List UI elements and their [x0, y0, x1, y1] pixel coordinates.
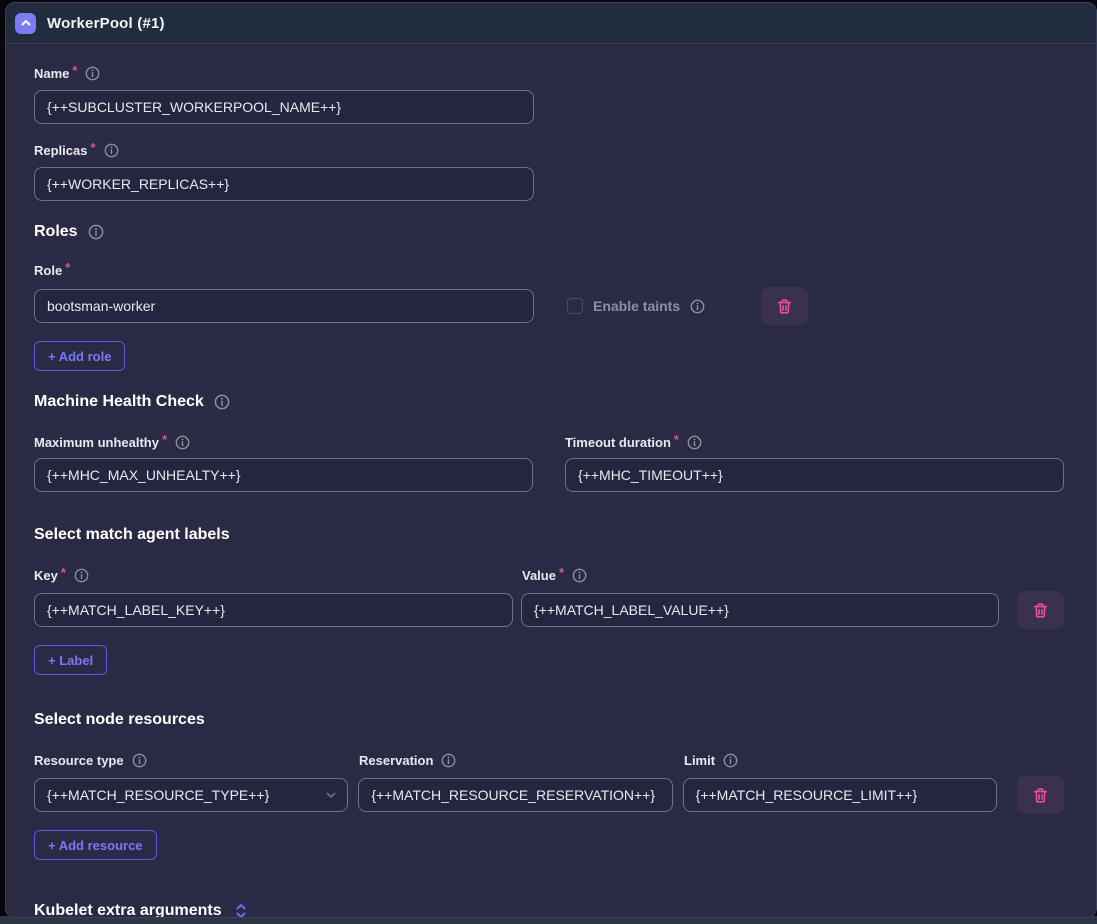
- info-icon[interactable]: [572, 568, 587, 583]
- enable-taints-group: Enable taints: [567, 298, 705, 314]
- name-field-group: Name *: [34, 65, 1064, 124]
- delete-resource-button[interactable]: [1017, 776, 1064, 814]
- info-icon[interactable]: [687, 435, 702, 450]
- workerpool-form: Name * Replicas *: [6, 44, 1096, 918]
- chevron-up-icon: [20, 17, 32, 29]
- roles-heading-text: Roles: [34, 223, 78, 241]
- resource-type-value: {++MATCH_RESOURCE_TYPE++}: [47, 787, 269, 803]
- match-label-key-input[interactable]: [34, 593, 513, 627]
- info-icon[interactable]: [88, 224, 104, 240]
- role-input[interactable]: [34, 289, 534, 323]
- delete-label-button[interactable]: [1017, 591, 1064, 629]
- match-labels-heading-text: Select match agent labels: [34, 526, 230, 544]
- reservation-input[interactable]: [358, 778, 672, 812]
- max-unhealthy-input[interactable]: [34, 458, 533, 492]
- kubelet-section-heading: Kubelet extra arguments: [34, 902, 1064, 918]
- role-label: Role: [34, 263, 62, 278]
- limit-input[interactable]: [683, 778, 997, 812]
- replicas-field-group: Replicas *: [34, 142, 1064, 201]
- name-label: Name: [34, 66, 69, 81]
- add-label-button[interactable]: + Label: [34, 645, 107, 675]
- info-icon[interactable]: [132, 753, 147, 768]
- panel-title: WorkerPool (#1): [47, 15, 165, 32]
- required-marker: *: [65, 260, 70, 275]
- match-labels-row: Key * Value *: [34, 568, 1064, 675]
- info-icon[interactable]: [214, 394, 230, 410]
- timeout-duration-label: Timeout duration: [565, 435, 671, 450]
- trash-icon: [1031, 601, 1050, 620]
- max-unhealthy-label: Maximum unhealthy: [34, 435, 159, 450]
- resource-type-select[interactable]: {++MATCH_RESOURCE_TYPE++}: [34, 778, 348, 812]
- reservation-label: Reservation: [359, 753, 433, 768]
- required-marker: *: [90, 140, 95, 155]
- mhc-section-heading: Machine Health Check: [34, 393, 1064, 411]
- workerpool-card: WorkerPool (#1) Name *: [5, 2, 1097, 918]
- trash-icon: [1031, 786, 1050, 805]
- workerpool-accordion-header[interactable]: WorkerPool (#1): [6, 3, 1096, 44]
- info-icon[interactable]: [104, 143, 119, 158]
- add-resource-button[interactable]: + Add resource: [34, 830, 157, 860]
- required-marker: *: [61, 565, 66, 580]
- info-icon[interactable]: [85, 66, 100, 81]
- replicas-label: Replicas: [34, 143, 87, 158]
- match-labels-section-heading: Select match agent labels: [34, 526, 1064, 544]
- replicas-input[interactable]: [34, 167, 534, 201]
- enable-taints-checkbox[interactable]: [567, 298, 583, 314]
- value-label: Value: [522, 568, 556, 583]
- required-marker: *: [559, 565, 564, 580]
- kubelet-heading-text: Kubelet extra arguments: [34, 902, 222, 918]
- collapse-button[interactable]: [15, 13, 36, 34]
- timeout-duration-input[interactable]: [565, 458, 1064, 492]
- info-icon[interactable]: [74, 568, 89, 583]
- node-resources-heading-text: Select node resources: [34, 711, 205, 729]
- node-resources-row: Resource type Reservation: [34, 753, 1064, 860]
- delete-role-button[interactable]: [761, 287, 808, 325]
- trash-icon: [775, 297, 794, 316]
- mhc-fields-row: Maximum unhealthy * Timeout duration: [34, 435, 1064, 492]
- roles-section-heading: Roles: [34, 223, 1064, 241]
- required-marker: *: [72, 63, 77, 78]
- expand-collapse-icon[interactable]: [235, 902, 247, 918]
- info-icon[interactable]: [175, 435, 190, 450]
- key-label: Key: [34, 568, 58, 583]
- info-icon[interactable]: [441, 753, 456, 768]
- enable-taints-label: Enable taints: [593, 298, 680, 314]
- required-marker: *: [162, 432, 167, 447]
- node-resources-section-heading: Select node resources: [34, 711, 1064, 729]
- info-icon[interactable]: [723, 753, 738, 768]
- name-input[interactable]: [34, 90, 534, 124]
- add-role-button[interactable]: + Add role: [34, 341, 125, 371]
- required-marker: *: [674, 432, 679, 447]
- mhc-heading-text: Machine Health Check: [34, 393, 204, 411]
- match-label-value-input[interactable]: [521, 593, 999, 627]
- info-icon[interactable]: [690, 299, 705, 314]
- limit-label: Limit: [684, 753, 715, 768]
- role-field-group: Role * Enable taints: [34, 262, 1064, 371]
- workerpool-page: WorkerPool (#1) Name *: [0, 0, 1097, 924]
- resource-type-label: Resource type: [34, 753, 124, 768]
- chevron-down-icon: [325, 789, 337, 801]
